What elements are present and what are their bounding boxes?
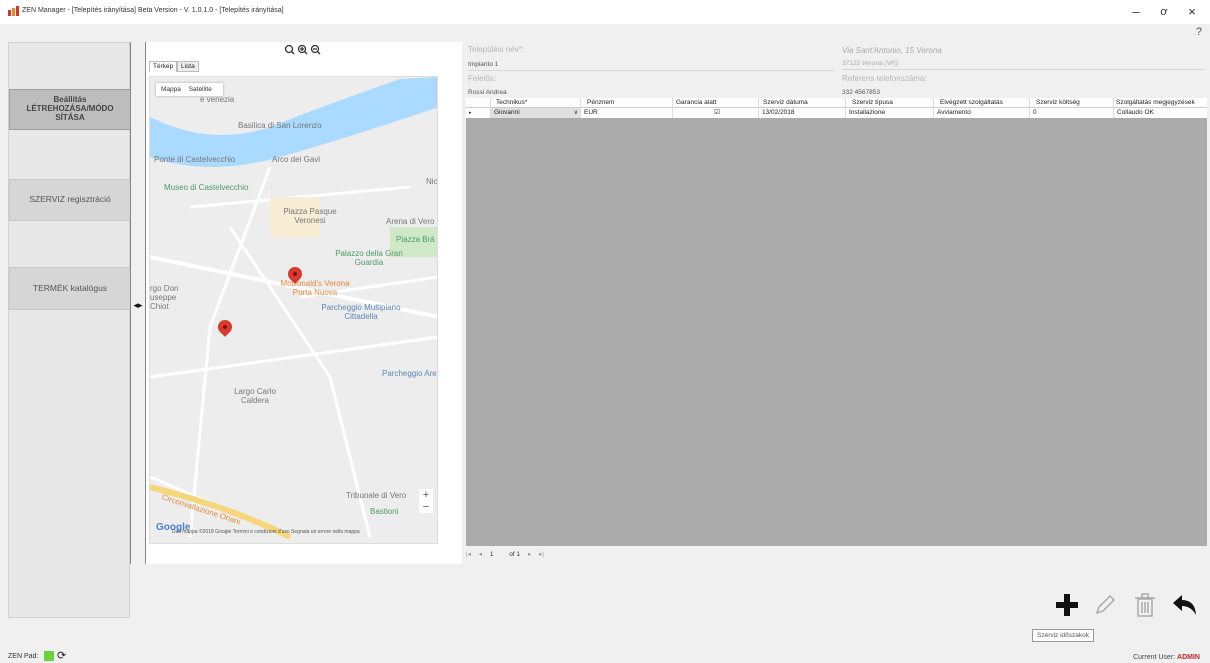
service-grid[interactable]: Technikus* Pénznem Garancia alatt Szervi… (466, 98, 1207, 546)
row-header-cell (466, 98, 491, 108)
site-name-label: Települési név*: (468, 45, 525, 54)
pencil-icon (1095, 594, 1116, 615)
column-header-warranty[interactable]: Garancia alatt (673, 98, 759, 108)
column-header-service-date[interactable]: Szerviz dátuma (759, 98, 846, 108)
current-user: Current User: ADMIN (1133, 654, 1200, 661)
map-label: Parcheggio Are (382, 369, 437, 378)
grid-pager: |◂ ◂ 1 of 1 ▸ ▸| (466, 550, 1207, 562)
tooltip: Szerviz időszakok (1032, 629, 1095, 642)
tab-map[interactable]: Térkép (149, 61, 178, 72)
map-label: Palazzo della Gran Guardia (335, 249, 403, 267)
prev-page-button[interactable]: ◂ (479, 551, 482, 558)
address-line1: Via Sant'Antonio, 15 Verona (842, 46, 942, 55)
sidebar-item-product-catalog[interactable]: TERMÉK katalógus (9, 267, 131, 310)
column-header-service-cost[interactable]: Szerviz költség (1030, 98, 1114, 108)
collapse-arrows-icon[interactable]: ◂▸ (131, 298, 145, 312)
column-header-service-type[interactable]: Szerviz típusa (846, 98, 934, 108)
column-header-currency[interactable]: Pénznem (581, 98, 673, 108)
grid-header: Technikus* Pénznem Garancia alatt Szervi… (466, 98, 1207, 108)
map-zoom-control[interactable]: + − (419, 489, 433, 513)
map-attribution[interactable]: Dati mappa ©2018 Google Termini e condiz… (172, 529, 360, 535)
map-type-map[interactable]: Mappa (161, 86, 181, 93)
delete-button[interactable] (1130, 592, 1160, 622)
next-page-button[interactable]: ▸ (528, 551, 531, 558)
last-page-button[interactable]: ▸| (539, 551, 544, 558)
sidebar-item-label: TERMÉK katalógus (32, 282, 108, 293)
edit-button[interactable] (1090, 592, 1120, 622)
zoom-in-icon[interactable]: + (419, 489, 433, 501)
service-done-cell[interactable]: Avviamento (934, 108, 1030, 118)
maximize-button[interactable]: ơ (1152, 2, 1176, 22)
currency-cell[interactable]: EUR (581, 108, 673, 118)
trash-icon (1135, 593, 1155, 617)
map-label: Museo di Castelvecchio (164, 183, 249, 192)
page-number-input[interactable]: 1 (490, 551, 494, 558)
table-row[interactable]: ▸ Giovanni ∨ EUR ☑ 13/02/2018 Installazi… (466, 108, 1207, 118)
zoom-icons[interactable] (284, 44, 324, 55)
app-logo-icon (8, 6, 19, 16)
column-header-service-done[interactable]: Elvégzett szolgáltatás (934, 98, 1030, 108)
map-label: McDonald's Verona Porta Nuova (280, 279, 350, 297)
column-header-notes[interactable]: Szolgáltatás megjegyzések (1114, 98, 1207, 108)
zen-pad-status-indicator (44, 651, 54, 661)
sidebar-item-setup[interactable]: Beállítás LÉTREHOZÁSA/MÓDO SÍTÁSA (9, 89, 131, 130)
add-button[interactable] (1052, 592, 1082, 622)
current-user-label: Current User: (1133, 654, 1176, 661)
technician-cell[interactable]: Giovanni ∨ (491, 108, 581, 118)
zen-pad-label: ZEN Pad: (8, 653, 39, 660)
page-count: of 1 (509, 551, 521, 558)
window-title: ZEN Manager - [Telepítés irányítása] Bet… (22, 7, 284, 14)
responsible-label: Felelős: (468, 74, 497, 83)
map-label: Ponte di Castelvecchio (154, 155, 236, 164)
service-type-cell[interactable]: Installazione (846, 108, 934, 118)
map-view[interactable]: Mappa Satellite e venezia Basilica di Sa… (149, 76, 438, 544)
map-label: Tribunale di Vero (346, 491, 407, 500)
map-label: rgo Don useppe Chiot (150, 284, 179, 311)
map-label: Largo Carlo Caldera (234, 387, 276, 405)
sidebar-item-label: SZERVIZ regisztráció (29, 194, 111, 205)
tab-list[interactable]: Lista (177, 61, 199, 72)
map-zoom-tools[interactable] (284, 44, 324, 58)
service-cost-cell[interactable]: 0 (1030, 108, 1114, 118)
zoom-out-icon[interactable]: − (419, 501, 433, 513)
map-label: e venezia (200, 95, 235, 104)
map-type-satellite[interactable]: Satellite (189, 86, 212, 93)
technician-value: Giovanni (494, 109, 520, 116)
close-button[interactable]: × (1180, 2, 1204, 22)
current-user-name: ADMIN (1177, 654, 1200, 661)
refresh-icon[interactable]: ⟳ (57, 649, 66, 662)
ref-phone-label: Referens telefonszáma: (842, 74, 927, 83)
map-label: Arena di Vero (386, 217, 435, 226)
status-bar (0, 650, 1210, 663)
service-date-cell[interactable]: 13/02/2018 (759, 108, 846, 118)
warranty-checkbox[interactable]: ☑ (673, 108, 759, 118)
map-label: Bastioni (370, 507, 399, 516)
plus-icon (1056, 594, 1078, 616)
map-label: Basilica di San Lorenzo (238, 121, 322, 130)
notes-cell[interactable]: Collaudo OK (1114, 108, 1207, 118)
chevron-down-icon[interactable]: ∨ (574, 108, 578, 118)
help-button[interactable]: ? (1196, 26, 1202, 38)
sidebar: Beállítás LÉTREHOZÁSA/MÓDO SÍTÁSA SZERVI… (8, 42, 131, 618)
sidebar-item-label: SÍTÁSA (55, 112, 85, 122)
sidebar-item-service-registration[interactable]: SZERVIZ regisztráció (9, 179, 131, 221)
map-label: Piazza Pasque Veronesi (283, 207, 337, 225)
map-label: Piazza Brà (396, 235, 435, 244)
map-label: Arco dei Gavi (272, 155, 321, 164)
address-line2: 37122 Verona (VR) (842, 60, 1206, 70)
back-button[interactable] (1170, 592, 1200, 622)
map-label: Nic (426, 177, 438, 186)
undo-arrow-icon (1173, 595, 1196, 615)
first-page-button[interactable]: |◂ (466, 551, 471, 558)
map-label: Parcheggio Multipiano Cittadella (321, 303, 401, 321)
row-selector-icon[interactable]: ▸ (466, 108, 491, 118)
site-name-field[interactable]: Impianto 1 (468, 61, 834, 71)
column-header-technician[interactable]: Technikus* (491, 98, 581, 108)
minimize-button[interactable]: – (1124, 2, 1148, 22)
